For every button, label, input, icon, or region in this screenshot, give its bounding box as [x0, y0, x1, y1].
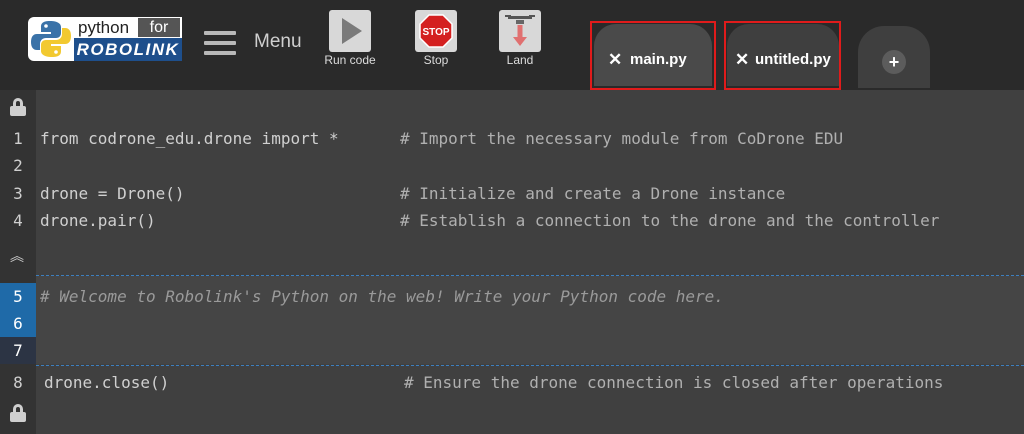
- python-for-robolink-logo: python for ROBOLINK: [28, 17, 182, 61]
- logo-robolink-text: ROBOLINK: [74, 38, 182, 61]
- land-label: Land: [506, 53, 534, 67]
- top-bar: python for ROBOLINK Menu Run code STOP S…: [0, 0, 1024, 90]
- code-line[interactable]: # Welcome to Robolink's Python on the we…: [40, 283, 724, 310]
- line-number: 5: [0, 283, 36, 310]
- run-code-button[interactable]: Run code: [315, 10, 385, 70]
- code-comment: # Import the necessary module from CoDro…: [400, 129, 844, 148]
- code-line: drone.close(): [44, 373, 170, 392]
- lock-icon: [10, 404, 26, 422]
- line-number: 3: [13, 184, 23, 203]
- line-number: 7: [0, 337, 36, 364]
- line-number: 4: [13, 211, 23, 230]
- line-number: 2: [13, 156, 23, 175]
- land-drone-icon: [499, 10, 541, 52]
- line-number: 1: [13, 129, 23, 148]
- line-number-gutter: 1 2 3 4 ︽ 5 6 7 8: [0, 90, 36, 434]
- plus-icon: +: [882, 50, 906, 74]
- code-comment: # Initialize and create a Drone instance: [400, 184, 786, 203]
- stop-sign-text: STOP: [422, 27, 449, 38]
- line-number: 8: [13, 373, 23, 392]
- stop-label: Stop: [423, 53, 449, 67]
- code-line: from codrone_edu.drone import *: [40, 129, 339, 148]
- tab-highlight-box: [724, 21, 841, 90]
- add-tab-button[interactable]: +: [858, 26, 930, 88]
- logo-python-text: python: [78, 18, 130, 37]
- tab-highlight-box: [590, 21, 716, 90]
- menu-button[interactable]: Menu: [204, 27, 314, 59]
- code-line: drone.pair(): [40, 211, 156, 230]
- run-code-label: Run code: [324, 53, 376, 67]
- code-comment: # Ensure the drone connection is closed …: [404, 373, 944, 392]
- editable-region-bottom-border: [36, 365, 1024, 366]
- lock-icon: [10, 98, 26, 116]
- stop-sign-icon: STOP: [415, 10, 457, 52]
- stop-button[interactable]: STOP Stop: [401, 10, 471, 70]
- menu-label: Menu: [254, 31, 302, 52]
- land-button[interactable]: Land: [485, 10, 555, 70]
- play-icon: [329, 10, 371, 52]
- collapse-up-icon[interactable]: ︽: [10, 246, 24, 266]
- code-editor[interactable]: 1 2 3 4 ︽ 5 6 7 8 from codrone_edu.drone…: [0, 90, 1024, 434]
- code-line: drone = Drone(): [40, 184, 185, 203]
- line-number: 6: [0, 310, 36, 337]
- hamburger-icon: [204, 31, 236, 55]
- logo-for-text: for: [138, 18, 180, 37]
- python-logo-icon: [28, 17, 74, 61]
- code-comment: # Establish a connection to the drone an…: [400, 211, 940, 230]
